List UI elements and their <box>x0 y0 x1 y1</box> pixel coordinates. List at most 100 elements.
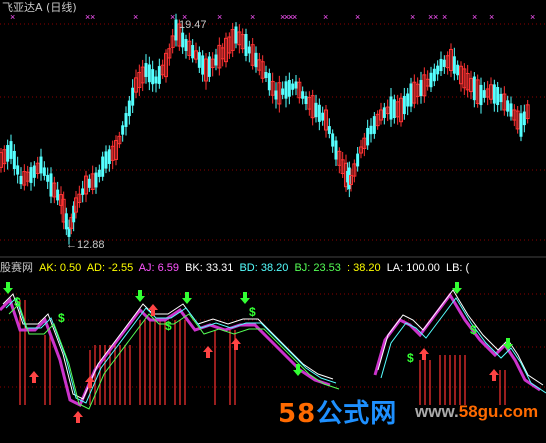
candle-body <box>301 91 305 99</box>
indicator-extra: : 38.20 <box>346 262 381 274</box>
x-marker-icon: × <box>170 12 175 22</box>
x-marker-icon: × <box>250 12 255 22</box>
candle-body <box>442 59 446 67</box>
candle-body <box>107 149 111 164</box>
candle-body <box>382 107 386 118</box>
indicator-ad: AD: -2.55 <box>86 262 134 274</box>
candle-body <box>264 71 268 79</box>
candle-body <box>436 65 440 75</box>
candle-body <box>482 90 486 98</box>
candle-body <box>321 112 325 121</box>
candle-body <box>317 104 321 122</box>
candle-body <box>97 169 101 177</box>
candle-body <box>197 52 201 68</box>
candle-body <box>181 32 185 48</box>
candle-body <box>247 46 251 54</box>
buy-arrow-icon <box>419 348 429 360</box>
candle-body <box>64 213 68 230</box>
candle-body <box>94 172 98 188</box>
candle-body <box>334 140 338 160</box>
candle-body <box>144 63 148 77</box>
candle-body <box>56 189 60 201</box>
s-marker-icon: $ <box>165 319 172 333</box>
candle-body <box>29 167 33 183</box>
candle-body <box>214 54 218 66</box>
candle-body <box>46 174 50 182</box>
candle-body <box>304 95 308 105</box>
x-marker-icon: × <box>410 12 415 22</box>
candle-body <box>456 64 460 76</box>
sell-arrow-icon <box>182 292 192 304</box>
x-marker-icon: × <box>355 12 360 22</box>
chart-stage: × × × × × × × × × × × × × × × × × × × × × $ $ $ $ $ $ 飞亚达A (日线) 19… <box>0 0 546 443</box>
buy-arrow-icon <box>203 346 213 358</box>
candle-body <box>267 73 271 91</box>
buy-arrow-icon <box>73 411 83 423</box>
indicator-line-aj-right <box>373 292 541 392</box>
candle-body <box>402 95 406 115</box>
candle-body <box>284 81 288 99</box>
x-marker-icon: × <box>90 12 95 22</box>
candle-body <box>151 69 155 85</box>
candle-body <box>87 178 91 188</box>
x-marker-icon: × <box>442 12 447 22</box>
sell-arrow-icon <box>452 282 462 294</box>
candle-body <box>479 84 483 106</box>
candle-body <box>104 151 108 169</box>
candle-body <box>254 52 258 68</box>
indicator-bj: BJ: 23.53 <box>294 262 341 274</box>
candle-body <box>331 133 335 147</box>
watermark-url-main: 58gu.com <box>458 402 539 421</box>
candle-body <box>506 100 510 112</box>
indicator-la: LA: 100.00 <box>386 262 440 274</box>
buy-arrow-icon <box>489 369 499 381</box>
candle-body <box>294 81 298 89</box>
candle-body <box>327 126 331 134</box>
candle-body <box>49 173 53 197</box>
indicator-aj: AJ: 6.59 <box>138 262 179 274</box>
candle-body <box>157 66 161 84</box>
stock-chart-svg: × × × × × × × × ×××× × × × × × × × × ×$$$$$$ <box>0 12 546 423</box>
watermark-num: 58 <box>278 399 317 429</box>
candle-body <box>147 64 151 83</box>
candle-body <box>9 141 13 159</box>
candle-body <box>356 153 360 167</box>
candle-body <box>19 175 23 185</box>
candle-body <box>127 100 131 117</box>
s-marker-icon: $ <box>58 311 65 325</box>
high-price-label: 19.47 <box>179 19 207 31</box>
indicator-lb: LB: ( <box>445 262 470 274</box>
x-marker-icon: × <box>292 12 297 22</box>
candle-body <box>81 188 85 195</box>
candle-body <box>496 86 500 106</box>
candle-body <box>131 87 135 106</box>
watermark-cn: 公式网 <box>316 399 398 429</box>
indicator-bd: BD: 38.20 <box>239 262 289 274</box>
x-marker-icon: × <box>217 12 222 22</box>
candle-body <box>42 167 46 176</box>
x-marker-icon: × <box>489 12 494 22</box>
candle-body <box>499 93 503 103</box>
watermark-url: www.58gu.com <box>415 402 538 422</box>
candle-body <box>39 156 43 174</box>
low-price-value: 12.88 <box>77 239 105 251</box>
s-marker-icon: $ <box>470 323 477 337</box>
candle-body <box>472 76 476 101</box>
candle-body <box>366 127 370 146</box>
candle-body <box>16 165 20 175</box>
candle-body <box>406 93 410 107</box>
candle-body <box>207 56 211 77</box>
s-marker-icon: $ <box>249 305 256 319</box>
watermark-brand: 58公式网 <box>278 393 397 430</box>
candle-body <box>314 102 318 118</box>
candle-body <box>389 96 393 120</box>
indicator-bk: BK: 33.31 <box>185 262 234 274</box>
candle-body <box>201 55 205 75</box>
x-marker-icon: × <box>530 12 535 22</box>
candle-body <box>369 125 373 135</box>
candle-body <box>154 76 158 84</box>
x-marker-icon: × <box>133 12 138 22</box>
candle-body <box>392 99 396 119</box>
candle-body <box>191 45 195 59</box>
candle-body <box>419 79 423 97</box>
